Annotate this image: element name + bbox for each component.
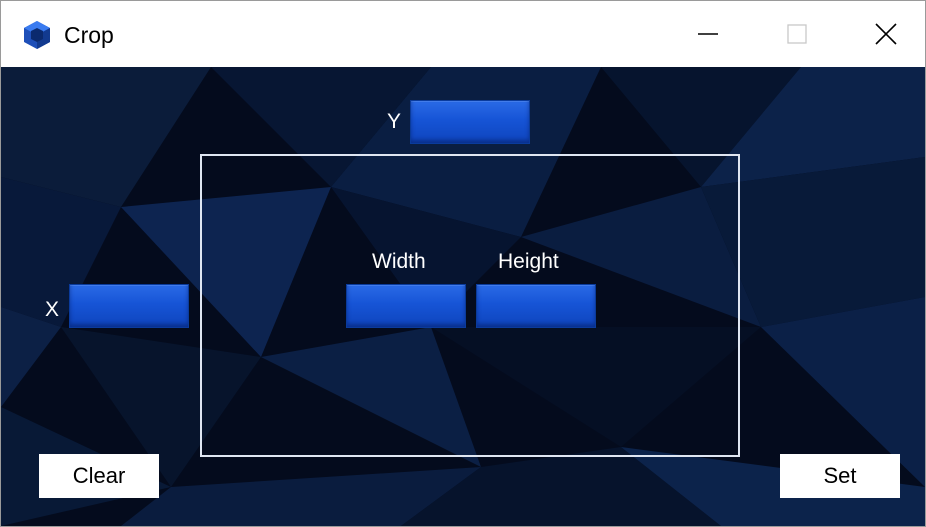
maximize-button[interactable] xyxy=(752,1,842,67)
crop-region-frame xyxy=(200,154,740,457)
close-icon xyxy=(875,23,897,45)
set-button[interactable]: Set xyxy=(780,454,900,498)
window-title: Crop xyxy=(64,22,114,48)
width-input[interactable] xyxy=(346,284,466,328)
close-button[interactable] xyxy=(841,1,925,67)
x-input[interactable] xyxy=(69,284,189,328)
x-label: X xyxy=(45,298,60,321)
title-bar[interactable]: Crop xyxy=(1,1,925,67)
y-input[interactable] xyxy=(410,100,530,144)
maximize-icon xyxy=(787,24,807,44)
crop-window: Crop Y Width Height X Clear Set xyxy=(0,0,926,527)
height-label: Height xyxy=(498,250,559,273)
clear-button[interactable]: Clear xyxy=(39,454,159,498)
height-input[interactable] xyxy=(476,284,596,328)
width-label: Width xyxy=(372,250,426,273)
minimize-button[interactable] xyxy=(663,1,753,67)
y-label: Y xyxy=(387,110,402,133)
minimize-icon xyxy=(698,33,718,35)
blue-cube-icon xyxy=(24,21,50,49)
crop-panel: Y Width Height X Clear Set xyxy=(1,67,925,526)
